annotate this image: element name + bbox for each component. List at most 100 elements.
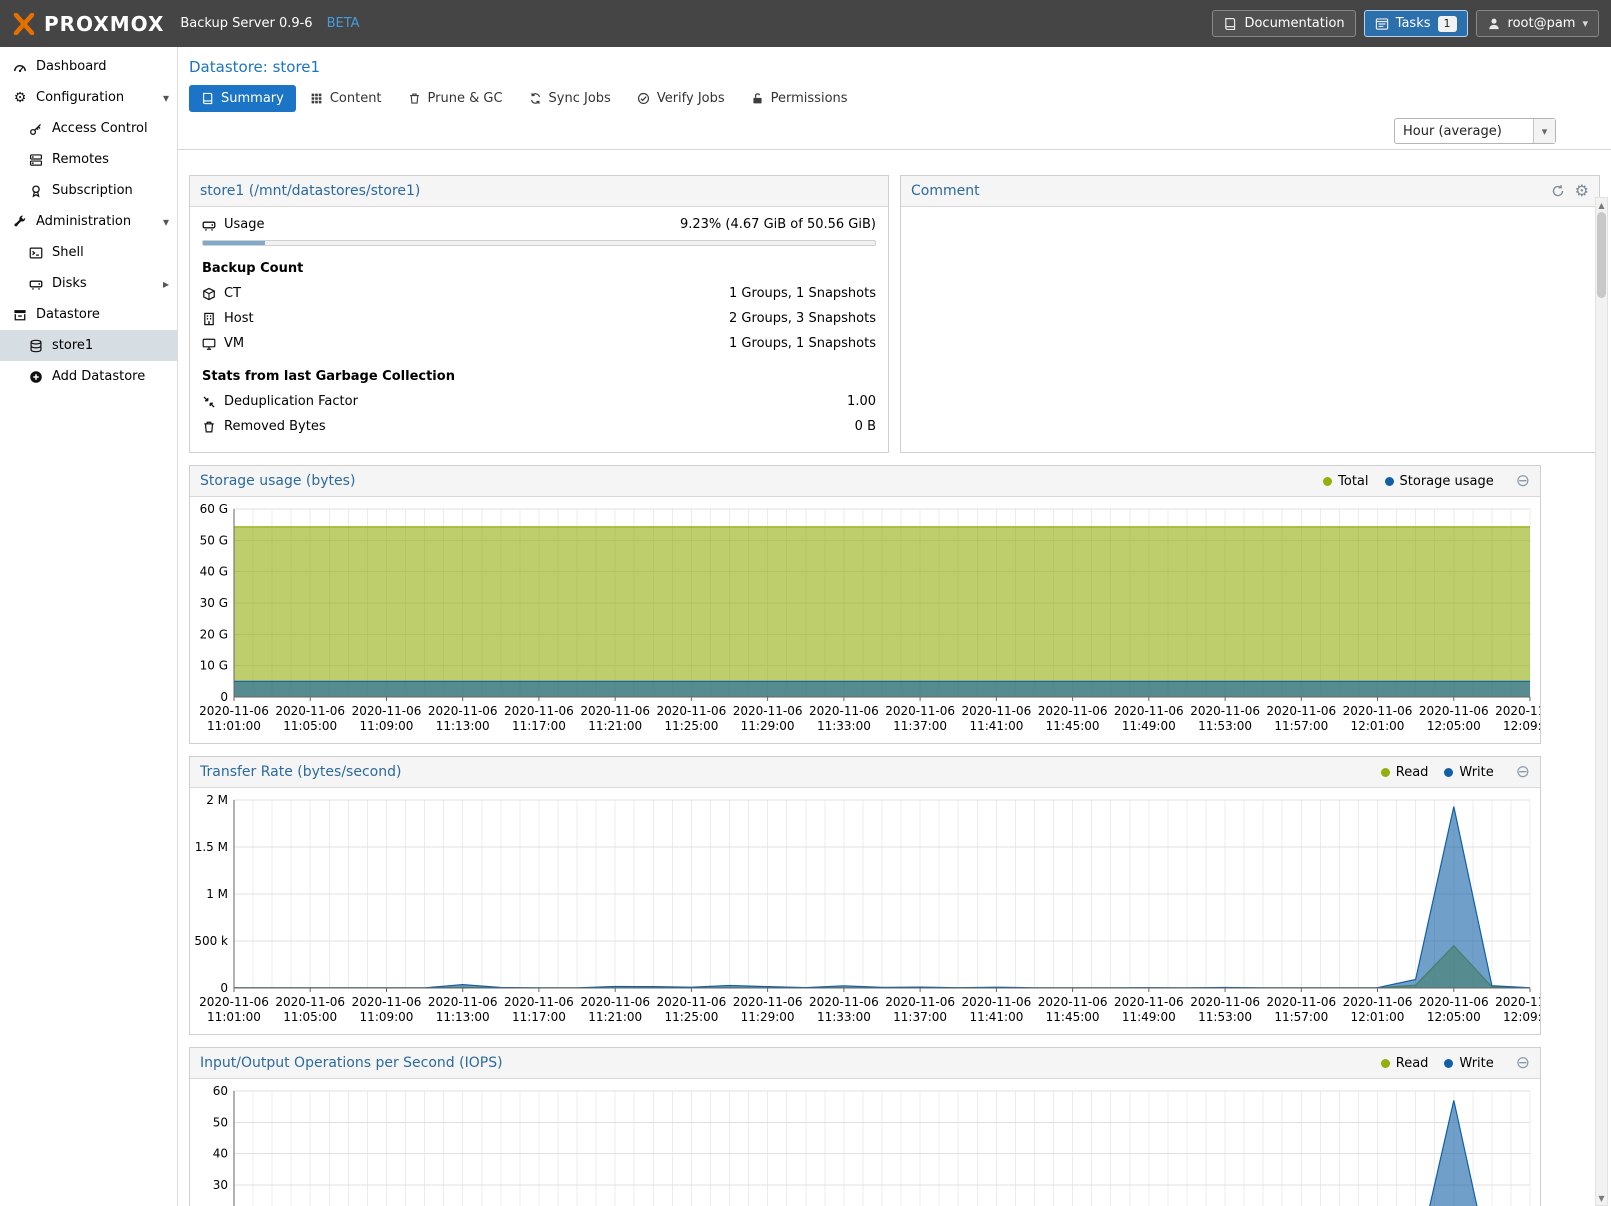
svg-text:11:49:00: 11:49:00	[1122, 719, 1176, 733]
tasks-label: Tasks	[1396, 16, 1431, 31]
svg-text:2020-11-06: 2020-11-06	[1266, 704, 1336, 718]
row-label: Deduplication Factor	[224, 394, 358, 409]
transfer-rate-panel: Transfer Rate (bytes/second) Read Write …	[189, 756, 1541, 1035]
book-icon	[1223, 17, 1237, 31]
sidebar-item-store1[interactable]: store1	[0, 330, 177, 361]
svg-text:0: 0	[220, 981, 228, 995]
collapse-icon[interactable]: ⊖	[1516, 473, 1530, 489]
sidebar-item-access-control[interactable]: Access Control	[0, 113, 177, 144]
unlock-icon	[751, 92, 764, 105]
refresh-icon[interactable]	[1551, 184, 1565, 198]
chevron-down-icon[interactable]: ▾	[163, 215, 169, 229]
check-circle-icon	[637, 92, 650, 105]
legend-label: Write	[1459, 765, 1493, 780]
tab-summary[interactable]: Summary	[189, 85, 296, 112]
sidebar: Dashboard ⚙ Configuration ▾ Access Contr…	[0, 47, 178, 1206]
svg-text:12:09:00: 12:09:00	[1503, 1010, 1540, 1024]
scrollbar-thumb[interactable]	[1597, 212, 1606, 298]
sidebar-item-configuration[interactable]: ⚙ Configuration ▾	[0, 82, 177, 113]
svg-text:11:17:00: 11:17:00	[512, 1010, 566, 1024]
sidebar-item-dashboard[interactable]: Dashboard	[0, 51, 177, 82]
iops-title: Input/Output Operations per Second (IOPS…	[200, 1055, 503, 1071]
sidebar-item-shell[interactable]: Shell	[0, 237, 177, 268]
sidebar-item-add-datastore[interactable]: Add Datastore	[0, 361, 177, 392]
legend-total[interactable]: Total	[1323, 474, 1368, 489]
transfer-rate-title: Transfer Rate (bytes/second)	[200, 764, 401, 780]
legend-dot	[1444, 768, 1453, 777]
sidebar-item-label: Add Datastore	[52, 369, 145, 384]
svg-text:2020-11-06: 2020-11-06	[1266, 995, 1336, 1009]
user-menu-button[interactable]: root@pam ▾	[1476, 10, 1599, 37]
svg-text:60 G: 60 G	[200, 502, 228, 516]
scroll-down-icon[interactable]: ▼	[1596, 1191, 1607, 1205]
sidebar-item-label: Datastore	[36, 307, 100, 322]
tab-verify-jobs[interactable]: Verify Jobs	[625, 85, 737, 112]
svg-text:500 k: 500 k	[194, 934, 228, 948]
certificate-icon	[29, 184, 43, 198]
row-value: 1 Groups, 1 Snapshots	[729, 286, 876, 301]
svg-text:11:53:00: 11:53:00	[1198, 1010, 1252, 1024]
chevron-right-icon[interactable]: ▸	[163, 277, 169, 291]
svg-text:11:33:00: 11:33:00	[817, 719, 871, 733]
usage-row: Usage 9.23% (4.67 GiB of 50.56 GiB)	[190, 207, 888, 237]
svg-text:2020-11-06: 2020-11-06	[580, 704, 650, 718]
sidebar-item-label: Disks	[52, 276, 87, 291]
grid-icon	[310, 92, 323, 105]
topbar-actions: Documentation Tasks 1 root@pam ▾	[1212, 10, 1599, 37]
scroll-region: store1 (/mnt/datastores/store1) Usage 9.…	[178, 164, 1611, 1206]
legend-read[interactable]: Read	[1381, 765, 1429, 780]
svg-text:12:01:00: 12:01:00	[1351, 1010, 1405, 1024]
svg-text:1.5 M: 1.5 M	[195, 840, 228, 854]
sidebar-item-remotes[interactable]: Remotes	[0, 144, 177, 175]
svg-text:2020-11-06: 2020-11-06	[885, 704, 955, 718]
svg-text:2020-11-06: 2020-11-06	[1419, 995, 1489, 1009]
svg-text:2020-11-06: 2020-11-06	[1114, 704, 1184, 718]
svg-text:2020-11-06: 2020-11-06	[809, 995, 879, 1009]
row-label: Host	[224, 311, 254, 326]
scrollbar[interactable]: ▲ ▼	[1595, 197, 1608, 1206]
collapse-icon[interactable]: ⊖	[1516, 764, 1530, 780]
svg-text:11:21:00: 11:21:00	[588, 1010, 642, 1024]
book-icon	[201, 92, 214, 105]
svg-text:40: 40	[213, 1147, 228, 1161]
legend-storage-usage[interactable]: Storage usage	[1385, 474, 1494, 489]
svg-text:2020-11-06: 2020-11-06	[657, 995, 727, 1009]
storage-usage-panel: Storage usage (bytes) Total Storage usag…	[189, 465, 1541, 744]
gear-icon[interactable]: ⚙	[1575, 184, 1589, 198]
svg-text:2 M: 2 M	[206, 793, 228, 807]
timeframe-select[interactable]: Hour (average) ▾	[1394, 118, 1556, 144]
svg-text:11:57:00: 11:57:00	[1274, 719, 1328, 733]
chevron-down-icon[interactable]: ▾	[163, 91, 169, 105]
legend-write[interactable]: Write	[1444, 1056, 1493, 1071]
legend-write[interactable]: Write	[1444, 765, 1493, 780]
tab-permissions[interactable]: Permissions	[739, 85, 860, 112]
tab-prune-gc[interactable]: Prune & GC	[396, 85, 515, 112]
tab-sync-jobs[interactable]: Sync Jobs	[517, 85, 623, 112]
scroll-up-icon[interactable]: ▲	[1596, 198, 1607, 212]
combo-caret-icon[interactable]: ▾	[1533, 119, 1555, 143]
svg-text:2020-11-06: 2020-11-06	[733, 995, 803, 1009]
svg-text:11:17:00: 11:17:00	[512, 719, 566, 733]
timeframe-value: Hour (average)	[1395, 124, 1533, 139]
row-value: 0 B	[855, 419, 876, 434]
svg-text:2020-11-06: 2020-11-06	[1343, 704, 1413, 718]
backup-count-row-vm: VM 1 Groups, 1 Snapshots	[190, 331, 888, 356]
svg-text:2020-11-06: 2020-11-06	[504, 704, 574, 718]
legend-read[interactable]: Read	[1381, 1056, 1429, 1071]
row-value: 1.00	[847, 394, 876, 409]
legend-dot	[1381, 1059, 1390, 1068]
collapse-icon[interactable]: ⊖	[1516, 1055, 1530, 1071]
beta-link[interactable]: BETA	[327, 16, 360, 31]
svg-text:2020-11-06: 2020-11-06	[504, 995, 574, 1009]
documentation-button[interactable]: Documentation	[1212, 10, 1355, 37]
tab-label: Prune & GC	[428, 91, 503, 106]
sidebar-item-administration[interactable]: Administration ▾	[0, 206, 177, 237]
sidebar-item-disks[interactable]: Disks ▸	[0, 268, 177, 299]
tasks-button[interactable]: Tasks 1	[1364, 10, 1468, 37]
sidebar-item-datastore[interactable]: Datastore	[0, 299, 177, 330]
svg-text:2020-11-06: 2020-11-06	[428, 704, 498, 718]
tab-content[interactable]: Content	[298, 85, 394, 112]
svg-text:11:45:00: 11:45:00	[1046, 1010, 1100, 1024]
tasks-icon	[1375, 17, 1389, 31]
sidebar-item-subscription[interactable]: Subscription	[0, 175, 177, 206]
